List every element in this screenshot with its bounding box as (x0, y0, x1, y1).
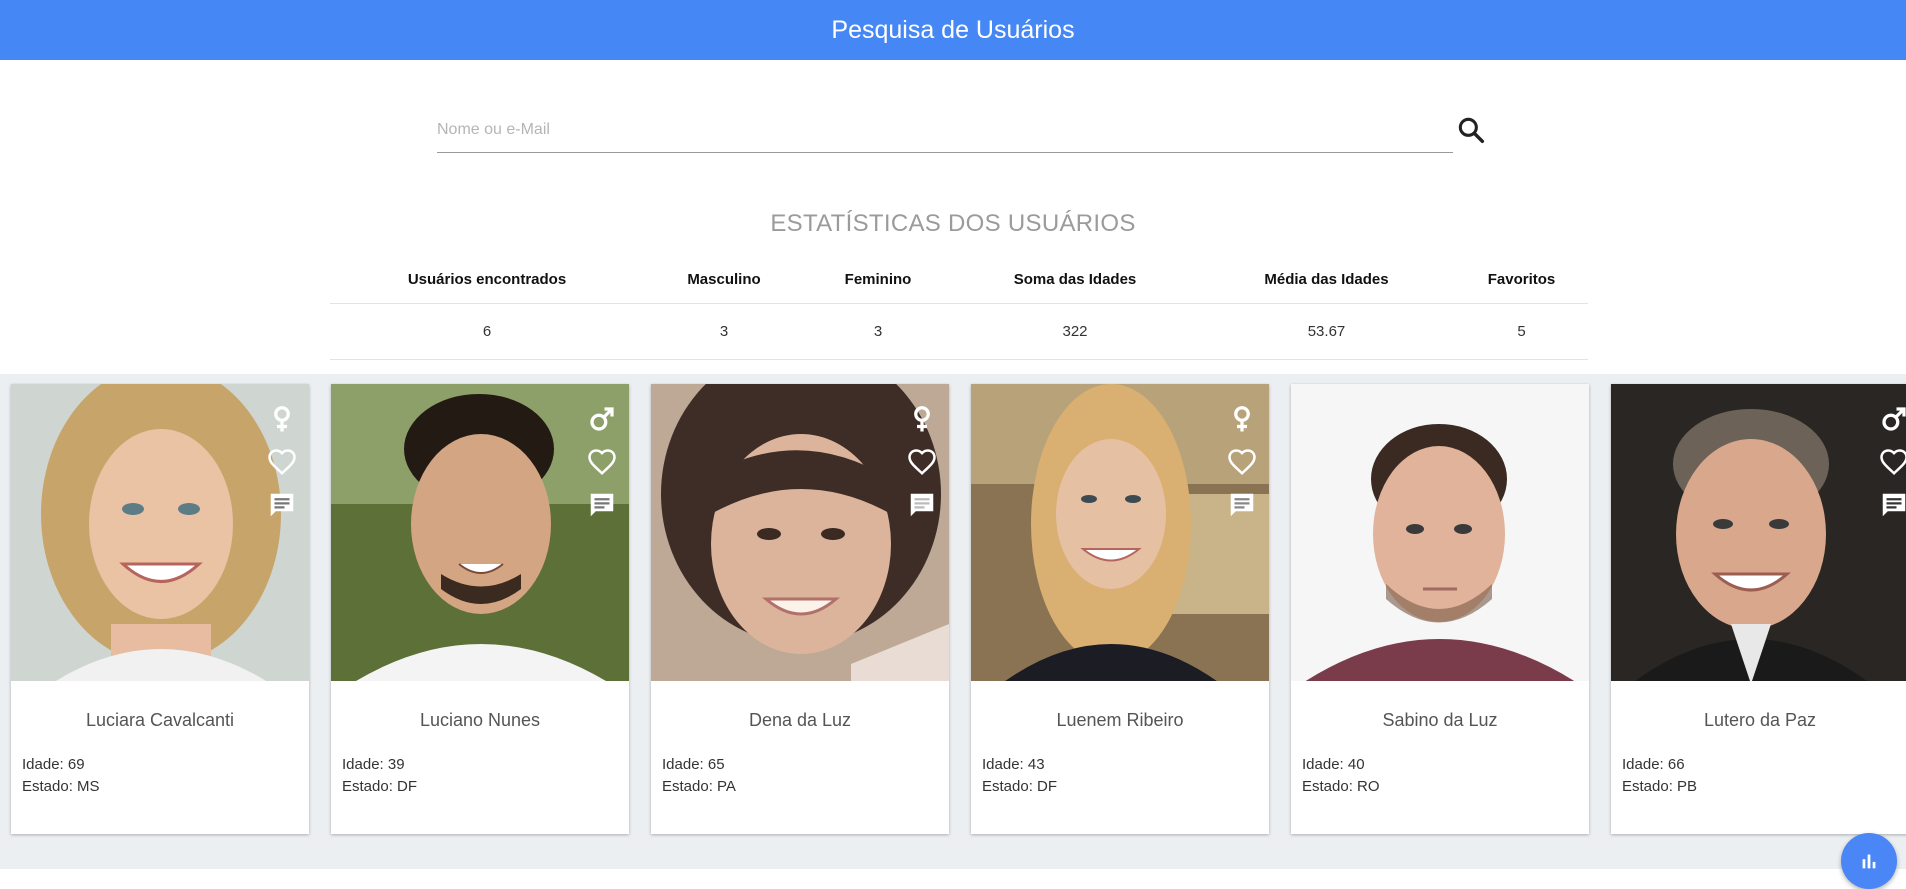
stats-title: ESTATÍSTICAS DOS USUÁRIOS (770, 210, 1136, 237)
user-card[interactable]: Dena da Luz Idade: 65 Estado: PA (651, 384, 949, 834)
male-icon (1882, 407, 1906, 431)
search-icon[interactable] (1455, 114, 1487, 146)
stats-fab-button[interactable] (1841, 833, 1897, 889)
stats-value-female: 3 (804, 303, 952, 360)
message-icon[interactable] (267, 490, 297, 520)
search-field (437, 110, 1453, 153)
user-card[interactable]: Sabino da Luz Idade: 40 Estado: RO (1291, 384, 1589, 834)
user-name: Luenem Ribeiro (1056, 710, 1184, 730)
female-icon (914, 406, 930, 432)
stats-header-female: Feminino (804, 255, 952, 304)
user-card[interactable]: Luenem Ribeiro Idade: 43 Estado: DF (971, 384, 1269, 834)
man-short-hair-photo (1291, 384, 1589, 681)
message-icon[interactable] (587, 490, 617, 520)
user-age: Idade: 39 (342, 756, 405, 773)
user-card[interactable]: Luciano Nunes Idade: 39 Estado: DF (331, 384, 629, 834)
stats-header-favorites: Favoritos (1455, 255, 1588, 304)
heart-icon[interactable] (1879, 447, 1906, 477)
user-age: Idade: 65 (662, 756, 725, 773)
woman-long-blonde-photo (971, 384, 1269, 681)
stats-header-age-avg: Média das Idades (1198, 255, 1455, 304)
user-card[interactable]: Lutero da Paz Idade: 66 Estado: PB (1611, 384, 1906, 834)
user-name: Luciara Cavalcanti (85, 710, 235, 730)
male-icon (590, 407, 614, 431)
stats-value-favorites: 5 (1455, 303, 1588, 360)
user-name: Sabino da Luz (1382, 710, 1498, 730)
page-title: Pesquisa de Usuários (831, 15, 1075, 44)
man-grey-hair-photo (1611, 384, 1906, 681)
user-age: Idade: 69 (22, 756, 85, 773)
user-name: Dena da Luz (748, 710, 852, 730)
stats-table: Usuários encontrados Masculino Feminino … (330, 255, 1588, 360)
message-icon[interactable] (1879, 490, 1906, 520)
man-dark-hair-photo (331, 384, 629, 681)
user-state: Estado: PB (1622, 778, 1698, 795)
user-name: Luciano Nunes (419, 710, 541, 730)
user-state: Estado: DF (982, 778, 1058, 795)
user-age: Idade: 43 (982, 756, 1045, 773)
user-name: Lutero da Paz (1703, 710, 1817, 730)
user-state: Estado: RO (1302, 778, 1380, 795)
app-header: Pesquisa de Usuários (0, 0, 1906, 60)
user-state: Estado: PA (662, 778, 736, 795)
search-input[interactable] (437, 110, 1437, 150)
stats-header-age-sum: Soma das Idades (952, 255, 1198, 304)
user-card[interactable]: Luciara Cavalcanti Idade: 69 Estado: MS (11, 384, 309, 834)
bar-chart-icon (1862, 854, 1876, 869)
heart-icon[interactable] (1227, 447, 1257, 477)
female-icon (274, 406, 290, 432)
stats-value-age-avg: 53.67 (1198, 303, 1455, 360)
message-icon[interactable] (1227, 490, 1257, 520)
woman-blonde-curly-photo (11, 384, 309, 681)
message-icon[interactable] (907, 490, 937, 520)
stats-value-age-sum: 322 (952, 303, 1198, 360)
user-state: Estado: DF (342, 778, 418, 795)
woman-dark-hair-photo (651, 384, 949, 681)
stats-value-male: 3 (644, 303, 804, 360)
stats-header-male: Masculino (644, 255, 804, 304)
heart-icon[interactable] (587, 447, 617, 477)
heart-icon[interactable] (267, 447, 297, 477)
stats-value-found: 6 (330, 303, 644, 360)
user-state: Estado: MS (22, 778, 100, 795)
female-icon (1234, 406, 1250, 432)
user-age: Idade: 40 (1302, 756, 1365, 773)
user-age: Idade: 66 (1622, 756, 1685, 773)
heart-icon[interactable] (907, 447, 937, 477)
stats-header-found: Usuários encontrados (330, 255, 644, 304)
